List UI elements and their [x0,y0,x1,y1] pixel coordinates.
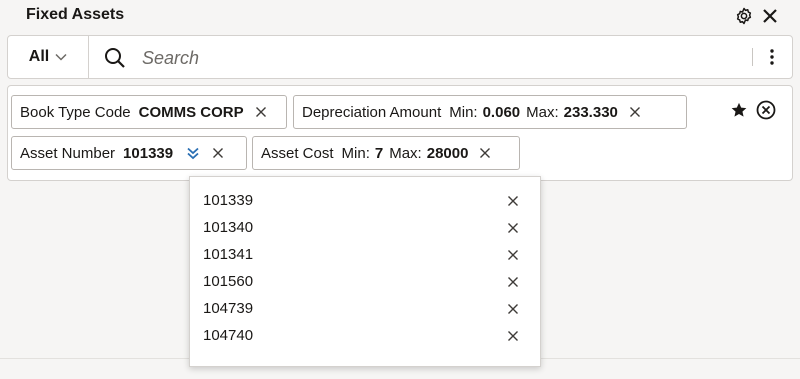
filter-chip-label: Asset Cost [261,144,334,162]
filter-chip-value: COMMS CORP [138,103,244,121]
remove-item-icon[interactable] [506,194,520,208]
close-icon[interactable] [760,6,780,26]
chevron-double-down-icon[interactable] [185,145,201,161]
asset-number-dropdown: 101339 101340 101341 101560 104739 10474… [189,176,541,367]
filter-chip-asset-cost[interactable]: Asset Cost Min: 7 Max: 28000 [252,136,520,170]
list-item-value: 101339 [203,192,254,209]
list-item-value: 101560 [203,273,254,290]
list-item-value: 101341 [203,246,254,263]
filter-chip-value: 101339 [123,144,174,162]
list-item[interactable]: 101560 [190,268,540,295]
filter-chip-min-label: Min: [341,144,370,162]
filter-chip-max-label: Max: [526,103,559,121]
page-title: Fixed Assets [26,6,125,23]
search-input[interactable] [140,44,744,72]
clear-all-icon[interactable] [756,100,778,122]
remove-item-icon[interactable] [506,275,520,289]
filter-chip-asset-number[interactable]: Asset Number 101339 [11,136,247,170]
filter-chip-min-value: 7 [374,144,384,162]
remove-item-icon[interactable] [506,302,520,316]
filter-chip-min-value: 0.060 [482,103,521,121]
filter-chip-max-value: 28000 [426,144,469,162]
remove-item-icon[interactable] [506,221,520,235]
filter-chip-book-type-code[interactable]: Book Type Code COMMS CORP [11,95,287,129]
remove-filter-icon[interactable] [628,105,642,119]
list-item[interactable]: 104739 [190,295,540,322]
list-item[interactable]: 104740 [190,322,540,349]
search-bar: All [7,35,793,79]
list-item[interactable]: 101341 [190,241,540,268]
filter-chip-depreciation-amount[interactable]: Depreciation Amount Min: 0.060 Max: 233.… [293,95,687,129]
filter-chip-label: Asset Number [20,144,116,162]
search-divider [752,48,753,66]
chevron-down-icon [55,48,67,66]
star-icon[interactable] [730,101,750,121]
filter-chip-label: Book Type Code [20,103,131,121]
list-item[interactable]: 101339 [190,187,540,214]
remove-item-icon[interactable] [506,329,520,343]
search-icon [104,47,126,69]
list-item-value: 101340 [203,219,254,236]
filter-chip-label: Depreciation Amount [302,103,442,121]
remove-filter-icon[interactable] [478,146,492,160]
remove-filter-icon[interactable] [211,146,225,160]
remove-item-icon[interactable] [506,248,520,262]
header-bar: Fixed Assets [0,0,800,32]
filter-chip-max-value: 233.330 [563,103,618,121]
filter-chip-min-label: Min: [449,103,478,121]
list-item-value: 104739 [203,300,254,317]
remove-filter-icon[interactable] [254,105,268,119]
search-scope-dropdown[interactable]: All [8,36,89,78]
filter-chip-max-label: Max: [389,144,422,162]
gear-icon[interactable] [734,6,754,26]
filter-panel: Book Type Code COMMS CORP Depreciation A… [7,85,793,181]
list-item-value: 104740 [203,327,254,344]
list-item[interactable]: 101340 [190,214,540,241]
search-scope-label: All [28,48,50,65]
more-options-icon[interactable] [762,46,782,68]
